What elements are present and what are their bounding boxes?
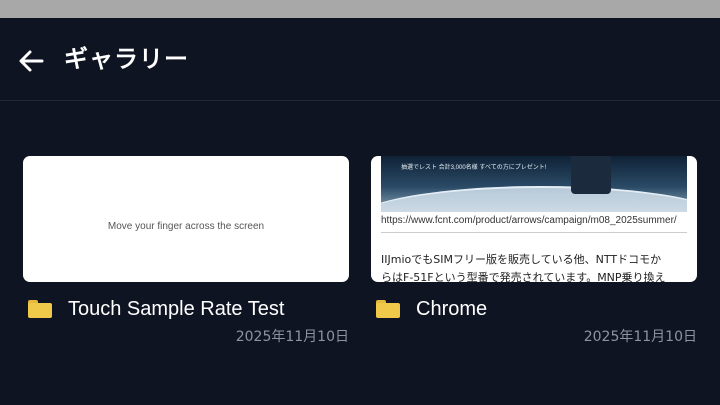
thumbnail-divider bbox=[381, 232, 687, 233]
gallery-item-chrome[interactable]: 抽選でレスト 合計3,000名様 すべての方にプレゼント! https://ww… bbox=[371, 156, 697, 346]
page-title: ギャラリー bbox=[64, 45, 189, 73]
thumbnail-body-text: IIJmioでもSIMフリー版を販売している他、NTTドコモか らはF-51Fと… bbox=[381, 251, 687, 282]
thumbnail-line: IIJmioでもSIMフリー版を販売している他、NTTドコモか bbox=[381, 253, 662, 266]
thumbnail-line: らはF-51Fという型番で発売されています。MNP乗り換え bbox=[381, 271, 666, 282]
thumbnail-url: https://www.fcnt.com/product/arrows/camp… bbox=[381, 215, 677, 226]
item-name: Touch Sample Rate Test bbox=[68, 297, 285, 320]
item-title-row: Chrome bbox=[371, 296, 697, 322]
banner-phone-image bbox=[571, 156, 611, 194]
thumbnail[interactable]: 抽選でレスト 合計3,000名様 すべての方にプレゼント! https://ww… bbox=[371, 156, 697, 282]
item-date: 2025年11月10日 bbox=[235, 329, 349, 345]
banner-text: 抽選でレスト 合計3,000名様 すべての方にプレゼント! bbox=[401, 165, 547, 171]
thumbnail[interactable]: Move your finger across the screen bbox=[23, 156, 349, 282]
folder-icon bbox=[376, 300, 400, 318]
back-button[interactable] bbox=[14, 44, 48, 78]
gallery-item-touch-sample-rate-test[interactable]: Move your finger across the screen Touch… bbox=[23, 156, 349, 346]
app-bar: ギャラリー bbox=[0, 18, 720, 100]
header-divider bbox=[0, 100, 720, 101]
item-date: 2025年11月10日 bbox=[583, 329, 697, 345]
item-title-row: Touch Sample Rate Test bbox=[23, 296, 349, 322]
thumbnail-text: Move your finger across the screen bbox=[107, 221, 265, 232]
item-name: Chrome bbox=[416, 297, 488, 320]
arrow-left-icon bbox=[19, 50, 44, 72]
folder-icon bbox=[28, 300, 52, 318]
thumbnail-banner-image: 抽選でレスト 合計3,000名様 すべての方にプレゼント! bbox=[381, 156, 687, 212]
banner-horizon bbox=[381, 186, 687, 212]
status-bar bbox=[0, 0, 720, 18]
